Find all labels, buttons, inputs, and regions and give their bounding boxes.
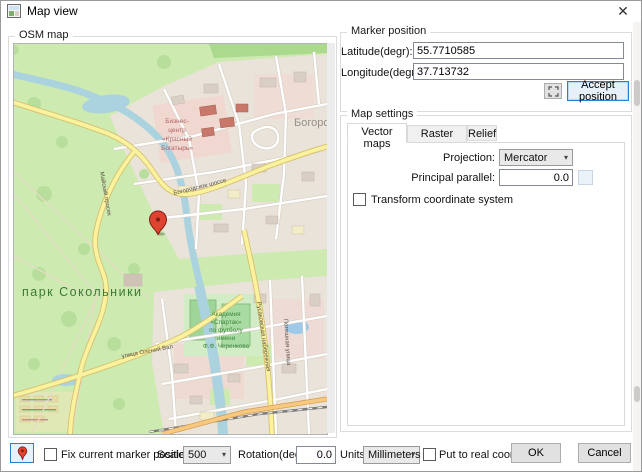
tab-relief[interactable]: Relief	[467, 125, 497, 141]
app-icon	[7, 4, 21, 18]
projection-select[interactable]: Mercator ▾	[499, 149, 573, 166]
accept-position-button[interactable]: Accept position	[567, 81, 629, 101]
longitude-field[interactable]	[413, 63, 624, 80]
close-icon[interactable]: ✕	[610, 1, 636, 21]
latitude-field[interactable]	[413, 42, 624, 59]
svg-text:«Спартак»: «Спартак»	[211, 319, 242, 326]
osm-map-group-label: OSM map	[15, 29, 73, 41]
projection-label: Projection:	[348, 152, 495, 164]
svg-text:имени: имени	[217, 335, 236, 342]
tab-vector-maps[interactable]: Vector maps	[347, 123, 407, 143]
vector-maps-panel: Projection: Mercator ▾ Principal paralle…	[347, 142, 625, 426]
marker-pin-icon	[17, 446, 28, 461]
map-settings-group: Map settings Vector maps Raster maps Rel…	[340, 115, 632, 432]
map-image: парк Сокольники Богородское Бизнес- цент…	[14, 44, 327, 434]
marker-tool-button[interactable]	[10, 443, 34, 463]
chevron-down-icon: ▾	[564, 152, 568, 161]
cancel-button[interactable]: Cancel	[578, 443, 631, 463]
transform-coordinate-label: Transform coordinate system	[371, 194, 513, 206]
center-on-marker-button[interactable]	[544, 83, 562, 99]
svg-text:Бизнес-: Бизнес-	[165, 118, 189, 125]
units-select[interactable]: Millimeters ▾	[363, 446, 420, 464]
longitude-label: Longitude(degr):	[341, 67, 409, 79]
svg-text:«Красный: «Красный	[162, 135, 192, 143]
window-title: Map view	[27, 4, 78, 18]
marker-position-group: Marker position Latitude(degr): Longitud…	[340, 32, 632, 112]
scale-value: 500	[188, 449, 206, 461]
osm-map-group: OSM map	[8, 36, 337, 438]
chevron-down-icon: ▾	[222, 450, 226, 459]
svg-text:по футболу: по футболу	[209, 326, 243, 334]
ok-button[interactable]: OK	[511, 443, 561, 463]
map-side-gutter	[327, 43, 335, 433]
tab-raster-maps[interactable]: Raster maps	[407, 125, 467, 143]
map-settings-group-label: Map settings	[347, 108, 417, 120]
svg-text:Ф.Ф. Черенкова: Ф.Ф. Черенкова	[203, 343, 250, 350]
scrollbar-thumb[interactable]	[634, 386, 640, 402]
principal-parallel-label: Principal parallel:	[348, 172, 495, 184]
principal-parallel-side-button[interactable]	[578, 170, 593, 185]
svg-text:центр: центр	[168, 127, 186, 134]
projection-value: Mercator	[504, 152, 547, 164]
marker-position-group-label: Marker position	[347, 25, 430, 37]
put-real-coordinates-checkbox[interactable]	[423, 448, 436, 461]
scale-select[interactable]: 500 ▾	[183, 446, 231, 464]
svg-text:Богатырь»: Богатырь»	[161, 145, 193, 152]
map-label-park: парк Сокольники	[22, 285, 143, 299]
chevron-down-icon: ▾	[411, 450, 415, 459]
svg-text:Академия: Академия	[211, 311, 240, 318]
transform-coordinate-checkbox[interactable]	[353, 193, 366, 206]
principal-parallel-field[interactable]	[499, 169, 573, 186]
latitude-label: Latitude(degr):	[341, 46, 409, 58]
center-on-marker-icon	[548, 86, 559, 97]
map-label-district: Богородское	[294, 117, 327, 129]
scrollbar-thumb[interactable]	[634, 80, 640, 106]
osm-map-canvas[interactable]: парк Сокольники Богородское Бизнес- цент…	[13, 43, 328, 435]
fix-marker-checkbox[interactable]	[44, 448, 57, 461]
rotation-field[interactable]	[296, 446, 336, 464]
title-bar: Map view ✕	[0, 0, 642, 22]
